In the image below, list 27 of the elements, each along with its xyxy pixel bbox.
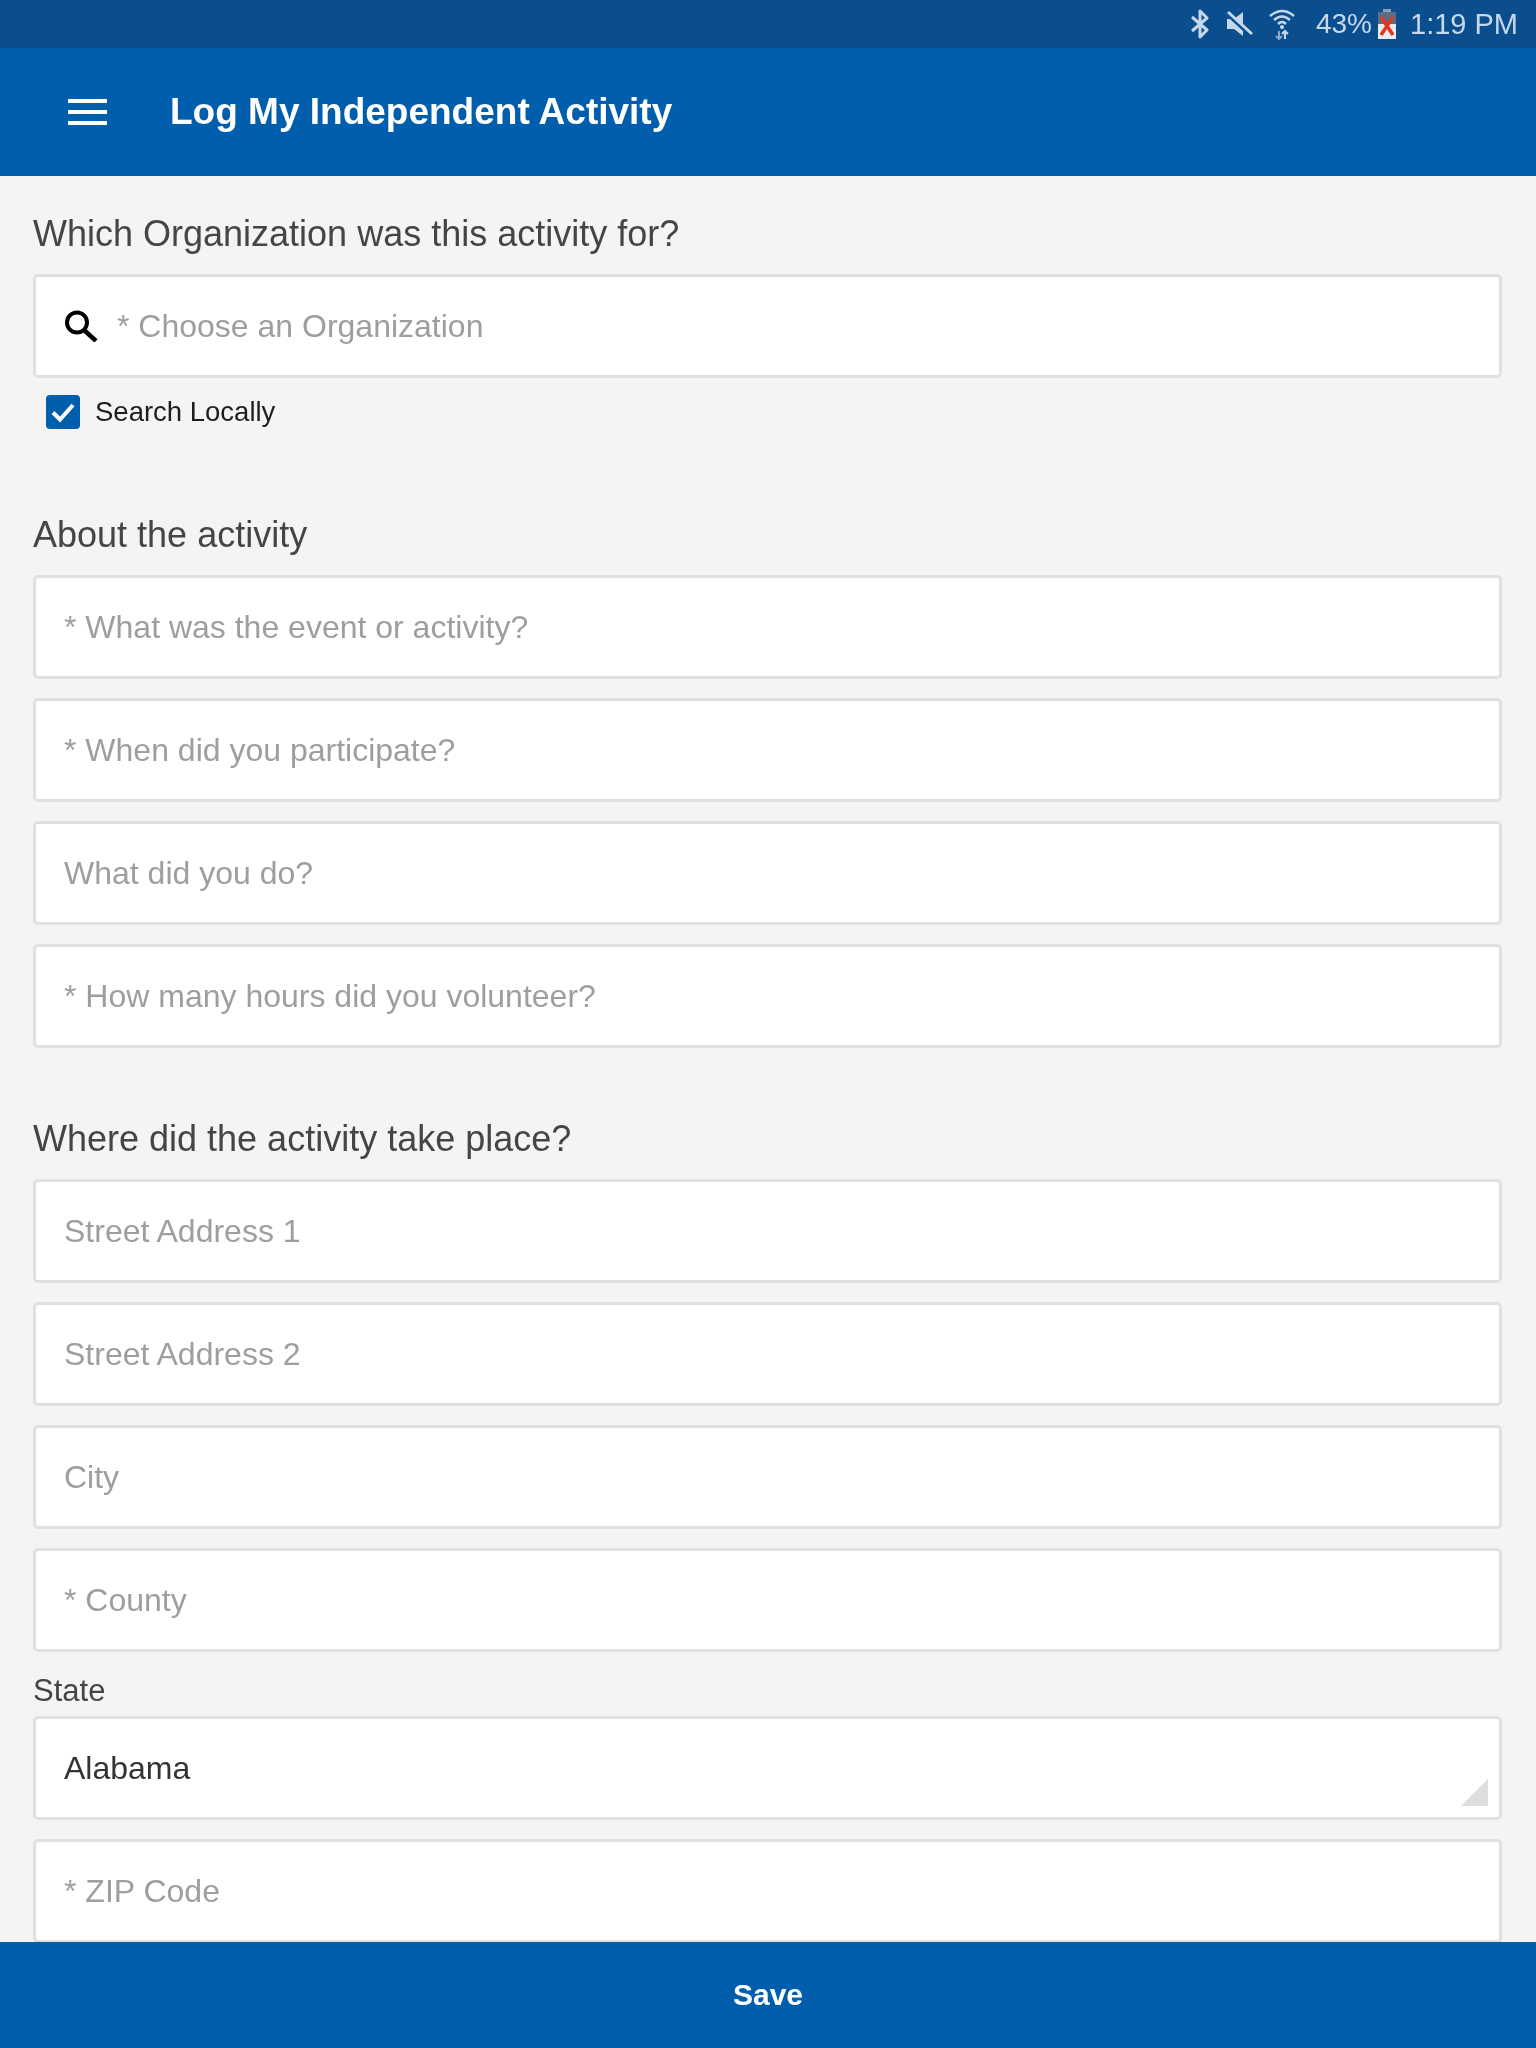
- search-icon: [64, 310, 98, 342]
- text-field[interactable]: * ZIP Code: [33, 1839, 1502, 1942]
- battery-percentage: 43%: [1315, 8, 1372, 40]
- field-label: State: [33, 1672, 107, 1710]
- bluetooth-icon: [1188, 9, 1211, 39]
- save-button[interactable]: Save: [0, 1942, 1536, 2048]
- text-field[interactable]: Street Address 1: [33, 1179, 1502, 1283]
- dropdown-field[interactable]: Alabama: [33, 1716, 1502, 1820]
- text-field[interactable]: Street Address 2: [33, 1302, 1502, 1406]
- clock-time: 1:19 PM: [1410, 8, 1518, 40]
- text-field[interactable]: City: [33, 1425, 1502, 1529]
- wifi-icon: [1267, 8, 1296, 40]
- checkbox-label: Search Locally: [95, 397, 276, 427]
- checkbox[interactable]: [46, 395, 80, 429]
- app-title: Log My Independent Activity: [170, 90, 673, 134]
- text-field[interactable]: * How many hours did you volunteer?: [33, 944, 1502, 1048]
- text-field[interactable]: What did you do?: [33, 821, 1502, 925]
- text-field[interactable]: * When did you participate?: [33, 698, 1502, 802]
- search-field[interactable]: * Choose an Organization: [33, 274, 1502, 378]
- battery-icon: [1377, 9, 1397, 39]
- text-field[interactable]: * What was the event or activity?: [33, 575, 1502, 679]
- text-field[interactable]: * County: [33, 1548, 1502, 1652]
- section-heading: Where did the activity take place?: [33, 1119, 573, 1159]
- section-heading: Which Organization was this activity for?: [33, 214, 681, 254]
- section-heading: About the activity: [33, 515, 309, 555]
- dropdown-corner-icon: [1461, 1779, 1488, 1806]
- menu-icon[interactable]: [68, 99, 107, 125]
